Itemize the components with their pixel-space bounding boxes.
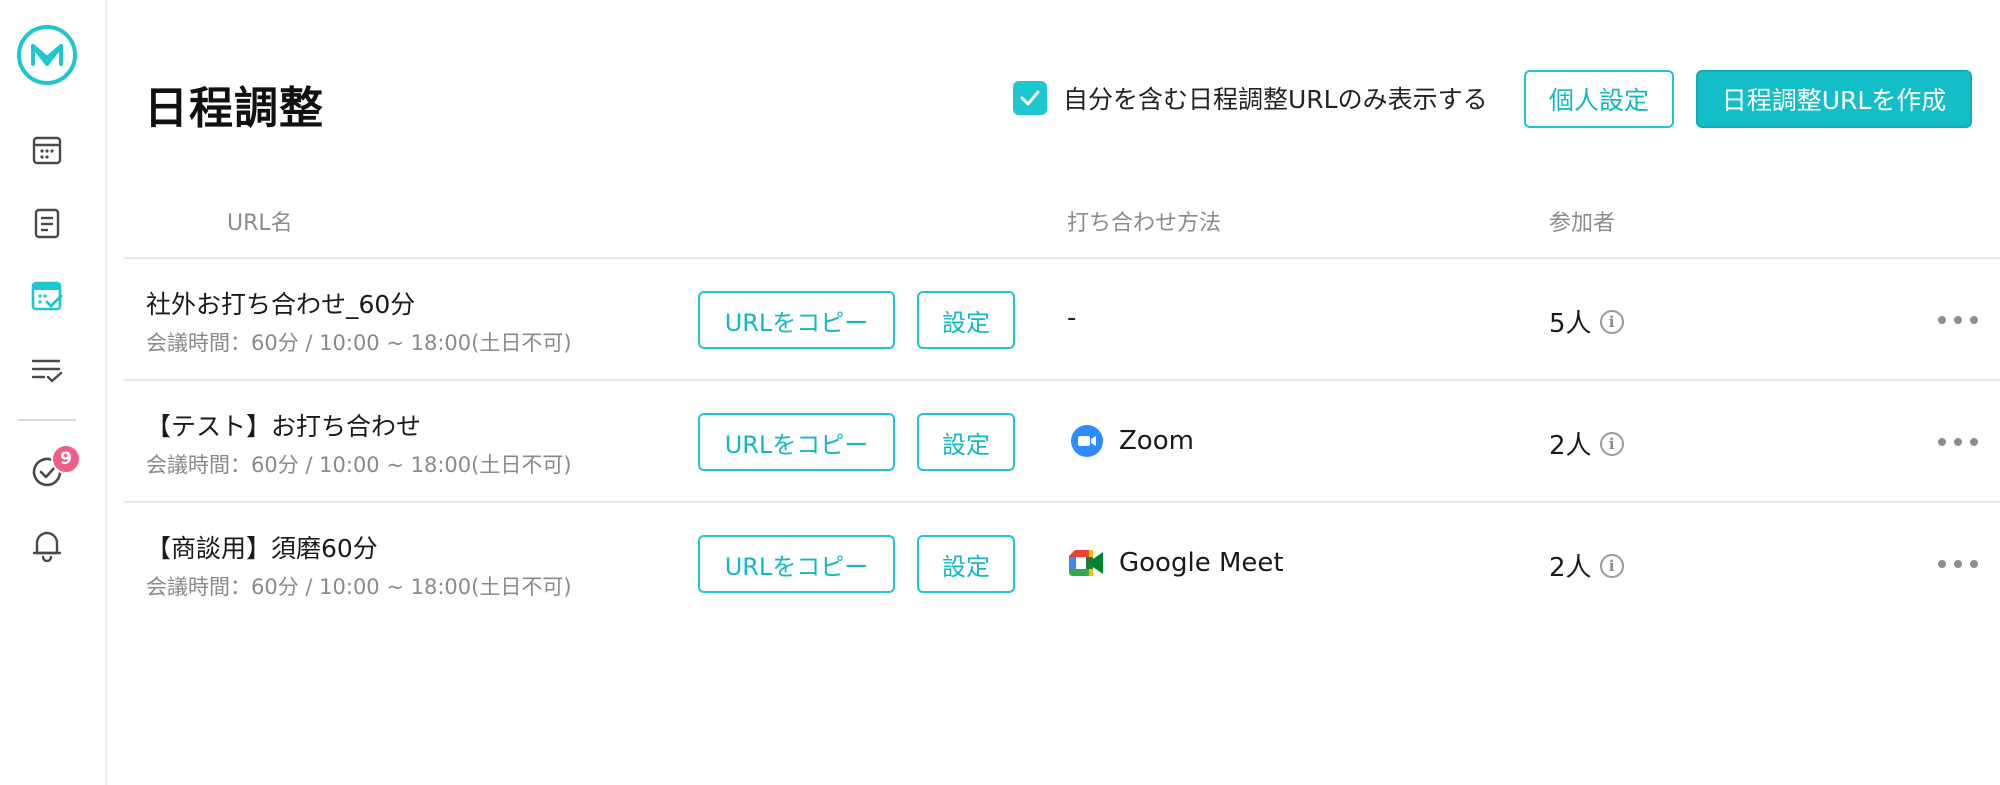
personal-settings-button[interactable]: 個人設定 bbox=[1524, 70, 1674, 128]
task-list-icon bbox=[31, 359, 63, 383]
meeting-details: 会議時間：60分 / 10:00 ~ 18:00(土日不可) bbox=[146, 453, 572, 477]
meeting-details: 会議時間：60分 / 10:00 ~ 18:00(土日不可) bbox=[146, 575, 572, 599]
participants-count[interactable]: 5人 i bbox=[1549, 303, 1624, 340]
info-icon[interactable]: i bbox=[1599, 309, 1624, 334]
meeting-method: Zoom bbox=[1069, 423, 1194, 459]
column-header-participants: 参加者 bbox=[1549, 211, 1616, 236]
create-scheduling-url-button[interactable]: 日程調整URLを作成 bbox=[1696, 70, 1972, 128]
sidebar-item-notifications[interactable] bbox=[27, 525, 67, 565]
own-urls-filter-label: 自分を含む日程調整URLのみ表示する bbox=[1063, 85, 1488, 114]
more-options-button[interactable] bbox=[1938, 432, 1978, 452]
checkmark-icon bbox=[1020, 90, 1040, 106]
more-options-button[interactable] bbox=[1938, 554, 1978, 574]
row-divider bbox=[124, 501, 2000, 503]
url-name: 社外お打ち合わせ_60分 bbox=[146, 290, 416, 319]
meeting-details: 会議時間：60分 / 10:00 ~ 18:00(土日不可) bbox=[146, 331, 572, 355]
sidebar: 9 bbox=[0, 0, 107, 785]
schedule-check-icon bbox=[31, 281, 63, 311]
row-settings-button[interactable]: 設定 bbox=[917, 413, 1015, 471]
meeting-method-label: Zoom bbox=[1119, 426, 1194, 456]
copy-url-button[interactable]: URLをコピー bbox=[698, 535, 895, 593]
participants-label: 5人 bbox=[1549, 309, 1592, 339]
sidebar-item-documents[interactable] bbox=[27, 203, 67, 243]
row-settings-button[interactable]: 設定 bbox=[917, 291, 1015, 349]
copy-url-button[interactable]: URLをコピー bbox=[698, 291, 895, 349]
row-settings-button[interactable]: 設定 bbox=[917, 535, 1015, 593]
participants-count[interactable]: 2人 i bbox=[1549, 425, 1624, 462]
meeting-method: Google Meet bbox=[1069, 545, 1284, 581]
sidebar-item-scheduling[interactable] bbox=[27, 276, 67, 316]
page-title: 日程調整 bbox=[144, 83, 324, 134]
own-urls-filter[interactable]: 自分を含む日程調整URLのみ表示する bbox=[1013, 80, 1488, 116]
google-meet-icon bbox=[1069, 545, 1105, 581]
own-urls-checkbox[interactable] bbox=[1013, 81, 1047, 115]
copy-url-button[interactable]: URLをコピー bbox=[698, 413, 895, 471]
participants-label: 2人 bbox=[1549, 431, 1592, 461]
bell-icon bbox=[32, 531, 62, 562]
sidebar-item-tasks[interactable] bbox=[27, 350, 67, 390]
document-icon bbox=[34, 208, 60, 239]
meeting-method: - bbox=[1067, 303, 1077, 333]
meeting-method-label: Google Meet bbox=[1119, 548, 1284, 578]
participants-count[interactable]: 2人 i bbox=[1549, 547, 1624, 584]
column-header-url-name: URL名 bbox=[227, 211, 293, 236]
url-name: 【テスト】お打ち合わせ bbox=[146, 412, 422, 441]
info-icon[interactable]: i bbox=[1599, 431, 1624, 456]
sidebar-divider bbox=[18, 419, 76, 421]
url-name: 【商談用】須磨60分 bbox=[146, 534, 378, 563]
row-divider bbox=[124, 379, 2000, 381]
table-divider bbox=[124, 257, 2000, 259]
participants-label: 2人 bbox=[1549, 553, 1592, 583]
column-header-meeting-method: 打ち合わせ方法 bbox=[1067, 211, 1222, 236]
zoom-icon bbox=[1069, 423, 1105, 459]
info-icon[interactable]: i bbox=[1599, 553, 1624, 578]
calendar-icon bbox=[32, 136, 62, 165]
notification-badge: 9 bbox=[51, 444, 81, 474]
sidebar-item-calendar[interactable] bbox=[27, 130, 67, 170]
app-logo-icon[interactable] bbox=[17, 25, 77, 85]
more-options-button[interactable] bbox=[1938, 310, 1978, 330]
